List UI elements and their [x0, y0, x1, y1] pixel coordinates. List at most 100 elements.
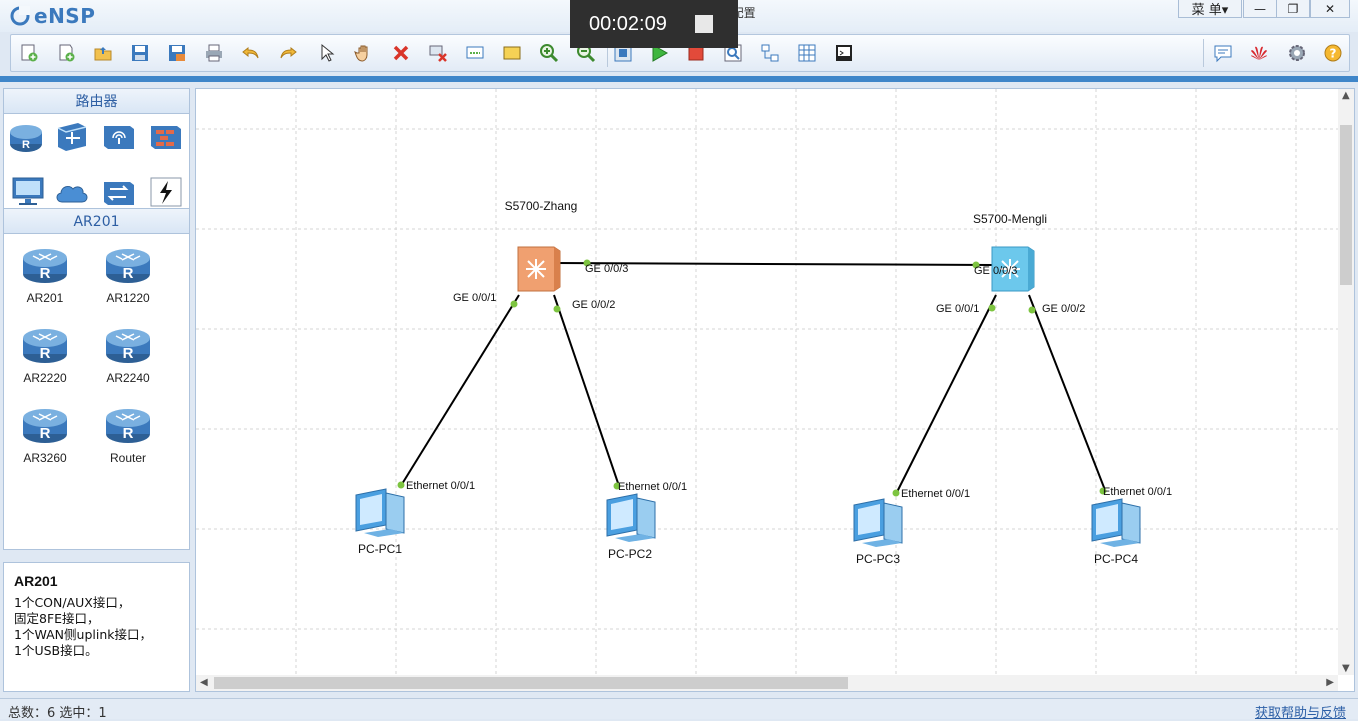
port-dot [892, 489, 900, 497]
router-icon: R [23, 409, 67, 443]
print-icon[interactable] [204, 43, 224, 63]
pc-pc4[interactable]: PC-PC4 [1091, 498, 1141, 566]
device-info-line: 1个USB接口。 [14, 643, 98, 658]
port-label: Ethernet 0/0/1 [618, 481, 687, 493]
toolbar-divider [0, 76, 1358, 82]
switch-s5700-zhang[interactable]: S5700-Zhang [505, 199, 578, 292]
port-dot [397, 481, 405, 489]
pc-pc3[interactable]: PC-PC3 [853, 498, 903, 566]
help-feedback-link[interactable]: 获取帮助与反馈 [1255, 702, 1346, 721]
router-icon: R [106, 249, 150, 283]
ensp-logo-icon [10, 6, 30, 26]
link-mengli-pc3[interactable] [896, 294, 997, 493]
device-info-title: AR201 [14, 573, 58, 589]
minimize-button[interactable]: — [1243, 0, 1277, 18]
horizontal-scrollbar[interactable]: ◀ ▶ [196, 675, 1338, 691]
save-as-icon[interactable] [167, 43, 187, 63]
help-icon[interactable]: ? [1323, 43, 1343, 63]
topology-icon[interactable] [760, 43, 780, 63]
save-icon[interactable] [130, 43, 150, 63]
select-icon[interactable] [317, 43, 337, 63]
svg-text:?: ? [1330, 47, 1337, 61]
link-category-icon[interactable] [148, 176, 184, 208]
device-list: R AR201 R AR1220 R AR2220 R AR2240 R AR3… [3, 234, 190, 550]
device-label: Router [109, 451, 147, 465]
other-device-icon[interactable] [101, 176, 137, 208]
port-label: Ethernet 0/0/1 [1103, 486, 1172, 498]
device-item-router[interactable]: R Router [93, 402, 163, 465]
category-grid: R [3, 114, 190, 208]
stop-recording-button[interactable] [694, 15, 713, 33]
pc-name: PC-PC4 [1094, 552, 1138, 566]
zoom-in-icon[interactable] [539, 43, 559, 63]
device-info-panel: AR201 1个CON/AUX接口， 固定8FE接口， 1个WAN侧uplink… [3, 562, 190, 692]
device-item-ar1220[interactable]: R AR1220 [93, 242, 163, 305]
svg-text:R: R [123, 345, 134, 362]
recording-time: 00:02:09 [589, 12, 667, 35]
delete-icon[interactable] [391, 43, 411, 63]
scroll-up-icon[interactable]: ▲ [1342, 90, 1350, 101]
link-mengli-pc4[interactable] [1028, 294, 1106, 491]
pc-pc2[interactable]: PC-PC2 [606, 493, 656, 561]
port-label: GE 0/0/3 [974, 265, 1017, 277]
restore-button[interactable]: ❐ [1276, 0, 1310, 18]
new-template-icon[interactable] [56, 43, 76, 63]
port-label: Ethernet 0/0/1 [406, 480, 475, 492]
device-item-ar201[interactable]: R AR201 [10, 242, 80, 305]
port-label: GE 0/0/1 [936, 303, 979, 315]
grid-icon[interactable] [797, 43, 817, 63]
router-icon: R [23, 329, 67, 363]
scroll-left-icon[interactable]: ◀ [200, 677, 208, 688]
port-dots [397, 259, 1107, 497]
horizontal-scroll-thumb[interactable] [214, 677, 848, 689]
settings-icon[interactable] [1287, 43, 1307, 63]
port-label: GE 0/0/2 [1042, 303, 1085, 315]
vertical-scroll-thumb[interactable] [1340, 125, 1352, 285]
port-label: GE 0/0/2 [572, 299, 615, 311]
svg-text:R: R [40, 265, 51, 282]
terminal-category-icon[interactable] [10, 176, 46, 208]
switch-category-icon[interactable] [54, 120, 90, 152]
huawei-icon[interactable] [1249, 43, 1269, 63]
port-label: Ethernet 0/0/1 [901, 488, 970, 500]
port-label: GE 0/0/1 [453, 292, 496, 304]
new-topology-icon[interactable] [19, 43, 39, 63]
close-button[interactable]: ✕ [1310, 0, 1350, 18]
pc-pc1[interactable]: PC-PC1 [355, 488, 405, 556]
pan-hand-icon[interactable] [354, 43, 374, 63]
link-zhang-pc2[interactable] [553, 294, 620, 487]
rectangle-icon[interactable] [502, 43, 522, 63]
app-logo: eNSP [10, 4, 95, 28]
pc-name: PC-PC2 [608, 547, 652, 561]
device-label: AR2240 [106, 371, 150, 385]
topology-canvas[interactable]: S5700-Zhang S5700-Mengli PC-PC1 PC-PC2 P… [195, 88, 1355, 692]
router-category-icon[interactable]: R [8, 122, 44, 154]
scroll-right-icon[interactable]: ▶ [1326, 677, 1334, 688]
router-icon: R [106, 329, 150, 363]
svg-text:R: R [22, 139, 30, 151]
selection-count: 总数：6 选中：1 [8, 706, 107, 721]
svg-text:R: R [40, 345, 51, 362]
device-item-ar2220[interactable]: R AR2220 [10, 322, 80, 385]
console-icon[interactable] [834, 43, 854, 63]
link-zhang-pc1[interactable] [401, 294, 520, 485]
open-icon[interactable] [93, 43, 113, 63]
port-dot [510, 300, 518, 308]
device-panel: 路由器 R AR201 R AR201 R AR1220 R AR2220 R … [3, 88, 190, 692]
firewall-category-icon[interactable] [148, 120, 184, 152]
router-icon: R [106, 409, 150, 443]
delete-link-icon[interactable] [428, 43, 448, 63]
cloud-category-icon[interactable] [54, 176, 90, 208]
undo-icon[interactable] [241, 43, 261, 63]
wlan-category-icon[interactable] [101, 120, 137, 152]
device-item-ar3260[interactable]: R AR3260 [10, 402, 80, 465]
text-icon[interactable] [465, 43, 485, 63]
switch-s5700-mengli[interactable]: S5700-Mengli [973, 212, 1047, 292]
menu-button[interactable]: 菜 单▾ [1178, 0, 1242, 18]
device-item-ar2240[interactable]: R AR2240 [93, 322, 163, 385]
screen-recorder: 00:02:09 [570, 0, 738, 48]
redo-icon[interactable] [278, 43, 298, 63]
scroll-down-icon[interactable]: ▼ [1342, 663, 1350, 674]
vertical-scrollbar[interactable]: ▲ ▼ [1338, 89, 1354, 675]
chat-icon[interactable] [1213, 43, 1233, 63]
